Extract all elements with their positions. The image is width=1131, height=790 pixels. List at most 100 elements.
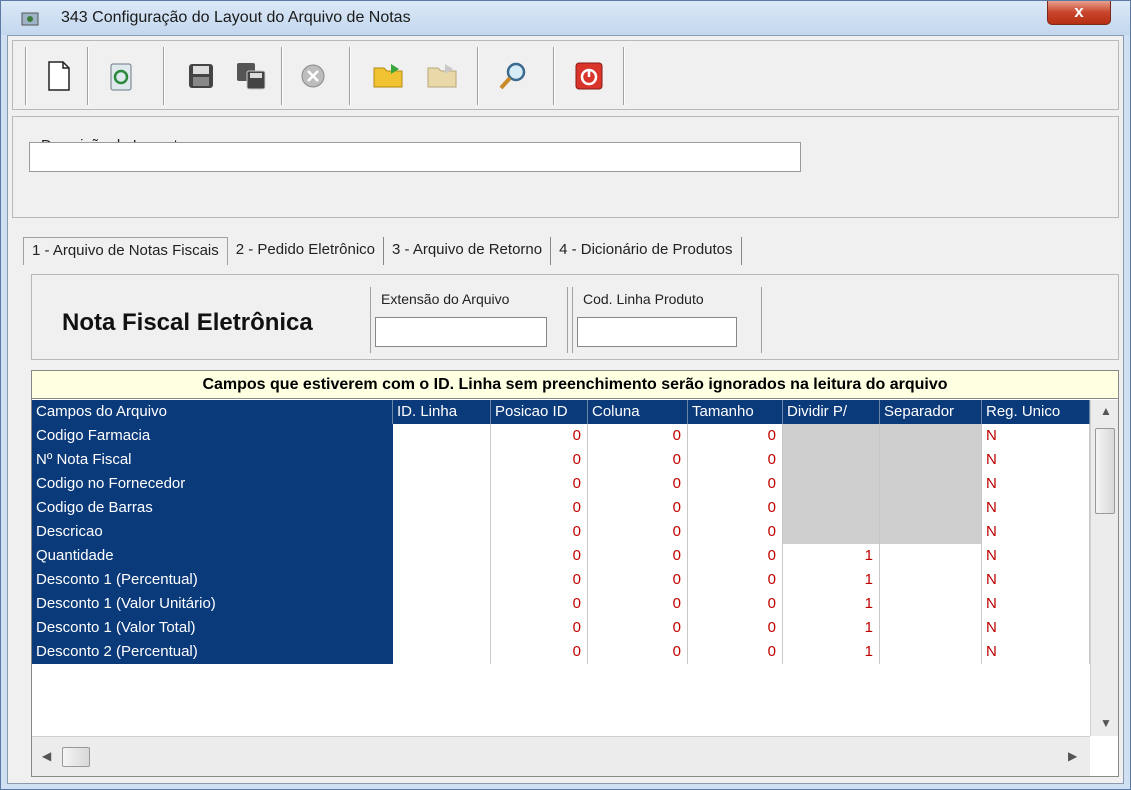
column-header-separador[interactable]: Separador <box>880 400 982 424</box>
column-header-posicao-id[interactable]: Posicao ID <box>491 400 588 424</box>
save-copy-button[interactable] <box>231 53 271 99</box>
grid-cell-id-linha[interactable] <box>393 424 491 448</box>
grid-cell-tamanho[interactable]: 0 <box>688 448 783 472</box>
row-field-name[interactable]: Desconto 1 (Valor Unitário) <box>32 592 393 616</box>
grid-cell-id-linha[interactable] <box>393 616 491 640</box>
extension-input[interactable] <box>375 317 547 347</box>
scroll-left-icon[interactable]: ◀ <box>42 749 51 763</box>
grid-cell-tamanho[interactable]: 0 <box>688 472 783 496</box>
grid-cell-reg-unico[interactable]: N <box>982 592 1090 616</box>
grid-cell-tamanho[interactable]: 0 <box>688 496 783 520</box>
grid-cell-posicao-id[interactable]: 0 <box>491 640 588 664</box>
grid-cell-separador[interactable] <box>880 496 982 520</box>
scroll-up-icon[interactable]: ▲ <box>1100 404 1112 418</box>
grid-cell-dividir-por[interactable]: 1 <box>783 568 880 592</box>
row-field-name[interactable]: Desconto 1 (Percentual) <box>32 568 393 592</box>
grid-cell-posicao-id[interactable]: 0 <box>491 496 588 520</box>
grid-cell-separador[interactable] <box>880 424 982 448</box>
grid-cell-dividir-por[interactable] <box>783 520 880 544</box>
horizontal-scroll-thumb[interactable] <box>62 747 90 767</box>
grid-cell-dividir-por[interactable] <box>783 424 880 448</box>
scroll-down-icon[interactable]: ▼ <box>1100 716 1112 730</box>
grid-cell-dividir-por[interactable] <box>783 472 880 496</box>
search-button[interactable] <box>493 53 533 99</box>
grid-cell-separador[interactable] <box>880 640 982 664</box>
row-field-name[interactable]: Nº Nota Fiscal <box>32 448 393 472</box>
grid-cell-posicao-id[interactable]: 0 <box>491 592 588 616</box>
grid-cell-id-linha[interactable] <box>393 448 491 472</box>
grid-cell-reg-unico[interactable]: N <box>982 472 1090 496</box>
grid-cell-reg-unico[interactable]: N <box>982 424 1090 448</box>
grid-cell-reg-unico[interactable]: N <box>982 544 1090 568</box>
recycle-button[interactable] <box>101 53 141 99</box>
column-header-tamanho[interactable]: Tamanho <box>688 400 783 424</box>
column-header-id-linha[interactable]: ID. Linha <box>393 400 491 424</box>
close-button[interactable]: x <box>1047 1 1111 25</box>
grid-cell-coluna[interactable]: 0 <box>588 616 688 640</box>
product-line-input[interactable] <box>577 317 737 347</box>
grid-cell-tamanho[interactable]: 0 <box>688 616 783 640</box>
grid-cell-id-linha[interactable] <box>393 520 491 544</box>
grid-cell-posicao-id[interactable]: 0 <box>491 616 588 640</box>
grid-cell-id-linha[interactable] <box>393 544 491 568</box>
row-field-name[interactable]: Codigo no Fornecedor <box>32 472 393 496</box>
column-header-reg-unico[interactable]: Reg. Unico <box>982 400 1090 424</box>
grid-cell-reg-unico[interactable]: N <box>982 520 1090 544</box>
grid-cell-reg-unico[interactable]: N <box>982 568 1090 592</box>
grid-cell-reg-unico[interactable]: N <box>982 496 1090 520</box>
grid-cell-tamanho[interactable]: 0 <box>688 640 783 664</box>
grid-cell-tamanho[interactable]: 0 <box>688 592 783 616</box>
open-folder-button[interactable] <box>369 53 409 99</box>
grid-cell-id-linha[interactable] <box>393 472 491 496</box>
grid-cell-separador[interactable] <box>880 616 982 640</box>
grid-cell-reg-unico[interactable]: N <box>982 640 1090 664</box>
grid-cell-coluna[interactable]: 0 <box>588 520 688 544</box>
row-field-name[interactable]: Codigo Farmacia <box>32 424 393 448</box>
row-field-name[interactable]: Quantidade <box>32 544 393 568</box>
row-field-name[interactable]: Desconto 1 (Valor Total) <box>32 616 393 640</box>
grid-cell-separador[interactable] <box>880 568 982 592</box>
grid-cell-dividir-por[interactable]: 1 <box>783 544 880 568</box>
vertical-scrollbar[interactable]: ▲ ▼ <box>1090 400 1118 736</box>
grid-cell-reg-unico[interactable]: N <box>982 616 1090 640</box>
grid-cell-coluna[interactable]: 0 <box>588 592 688 616</box>
grid-cell-tamanho[interactable]: 0 <box>688 424 783 448</box>
grid-cell-tamanho[interactable]: 0 <box>688 520 783 544</box>
scroll-right-icon[interactable]: ▶ <box>1068 749 1077 763</box>
grid-cell-posicao-id[interactable]: 0 <box>491 448 588 472</box>
grid-cell-dividir-por[interactable]: 1 <box>783 616 880 640</box>
grid-cell-posicao-id[interactable]: 0 <box>491 424 588 448</box>
grid-cell-posicao-id[interactable]: 0 <box>491 544 588 568</box>
grid-cell-posicao-id[interactable]: 0 <box>491 568 588 592</box>
column-header-campos-do-arquivo[interactable]: Campos do Arquivo <box>32 400 393 424</box>
grid-cell-id-linha[interactable] <box>393 592 491 616</box>
horizontal-scrollbar[interactable]: ◀ ▶ <box>32 736 1090 776</box>
grid-cell-coluna[interactable]: 0 <box>588 472 688 496</box>
grid-cell-dividir-por[interactable] <box>783 448 880 472</box>
grid-cell-id-linha[interactable] <box>393 568 491 592</box>
grid-cell-coluna[interactable]: 0 <box>588 640 688 664</box>
grid-cell-tamanho[interactable]: 0 <box>688 568 783 592</box>
grid-cell-separador[interactable] <box>880 472 982 496</box>
grid-cell-separador[interactable] <box>880 544 982 568</box>
grid-cell-tamanho[interactable]: 0 <box>688 544 783 568</box>
grid-cell-coluna[interactable]: 0 <box>588 448 688 472</box>
grid-cell-separador[interactable] <box>880 520 982 544</box>
grid-cell-id-linha[interactable] <box>393 640 491 664</box>
grid-cell-id-linha[interactable] <box>393 496 491 520</box>
power-button[interactable] <box>569 53 609 99</box>
grid-cell-posicao-id[interactable]: 0 <box>491 520 588 544</box>
grid-cell-dividir-por[interactable]: 1 <box>783 592 880 616</box>
column-header-dividir-por[interactable]: Dividir P/ <box>783 400 880 424</box>
cancel-button[interactable] <box>293 53 333 99</box>
grid-cell-coluna[interactable]: 0 <box>588 544 688 568</box>
tab-dicionario-produtos[interactable]: 4 - Dicionário de Produtos <box>551 237 742 265</box>
description-input[interactable] <box>29 142 801 172</box>
grid-cell-dividir-por[interactable] <box>783 496 880 520</box>
new-document-button[interactable] <box>39 53 79 99</box>
grid-cell-coluna[interactable]: 0 <box>588 424 688 448</box>
grid-cell-posicao-id[interactable]: 0 <box>491 472 588 496</box>
tab-arquivo-retorno[interactable]: 3 - Arquivo de Retorno <box>384 237 552 265</box>
grid-cell-coluna[interactable]: 0 <box>588 568 688 592</box>
grid-cell-reg-unico[interactable]: N <box>982 448 1090 472</box>
